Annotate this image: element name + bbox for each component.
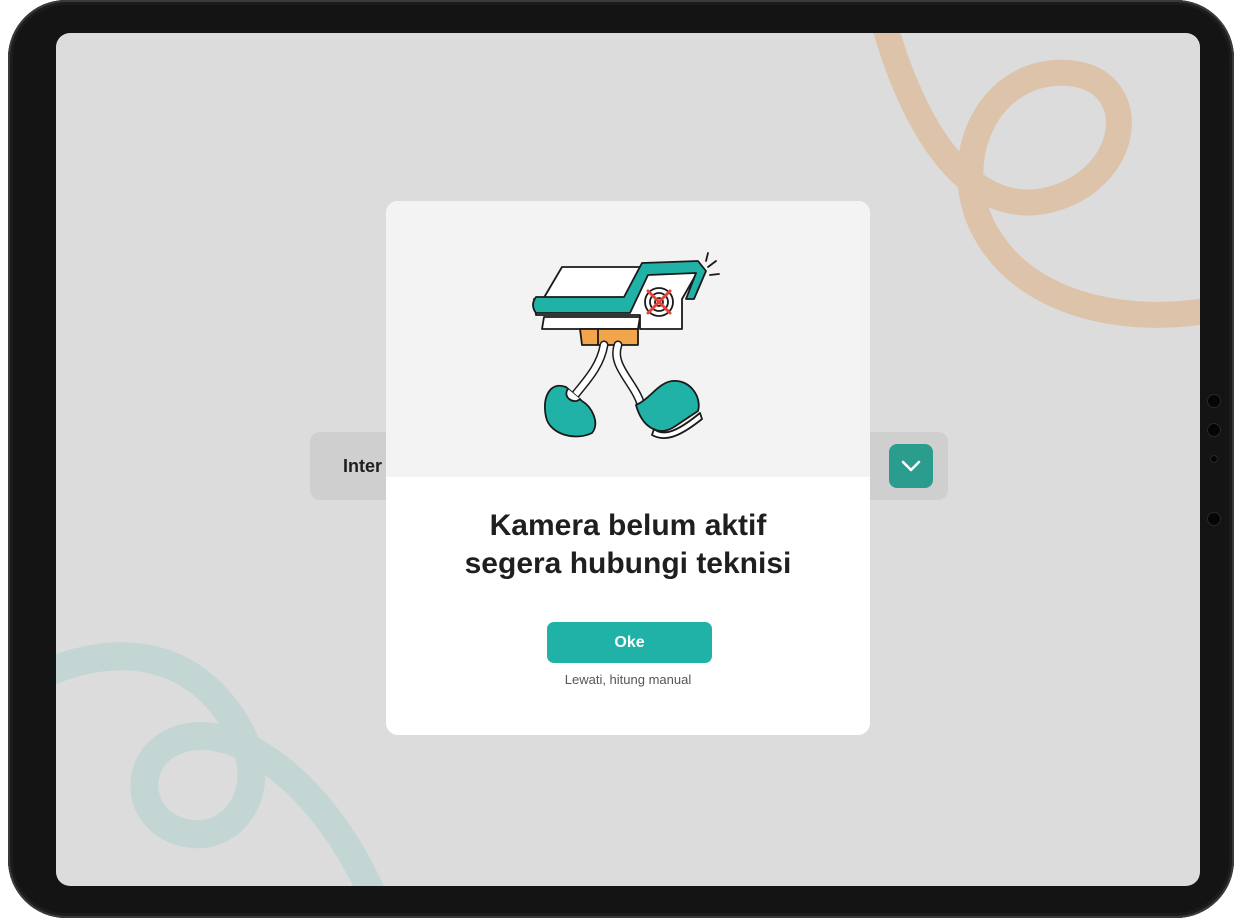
walking-camera-icon (532, 252, 720, 440)
swirl-top-right (873, 33, 1200, 328)
chevron-down-icon (901, 460, 921, 472)
side-sensor (1207, 394, 1221, 408)
illustration-panel (386, 201, 870, 477)
side-sensor (1210, 455, 1218, 463)
ok-button[interactable]: Oke (547, 622, 712, 663)
skip-manual-count-link[interactable]: Lewati, hitung manual (386, 672, 870, 687)
tablet-frame: Inter Kamera belum aktif segera hubungi … (8, 0, 1234, 918)
camera-inactive-dialog: Kamera belum aktif segera hubungi teknis… (386, 201, 870, 735)
dropdown-toggle-button[interactable] (889, 444, 933, 488)
dialog-title-line-2: segera hubungi teknisi (464, 547, 792, 580)
dropdown-label: Inter (343, 456, 383, 476)
app-screen: Inter Kamera belum aktif segera hubungi … (56, 33, 1200, 886)
dialog-title-line-1: Kamera belum aktif (489, 509, 767, 542)
dialog-title: Kamera belum aktif segera hubungi teknis… (386, 507, 870, 583)
side-sensor (1207, 423, 1221, 437)
swirl-bottom-left (56, 642, 384, 886)
side-sensor (1207, 512, 1221, 526)
